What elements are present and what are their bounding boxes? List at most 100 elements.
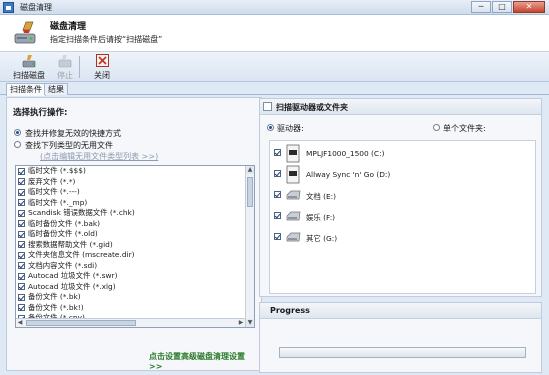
scan-target-panel: 扫描驱动器或文件夹 驱动器: 单个文件夹: MPLJF1000_1500 (C:…: [259, 98, 542, 297]
file-type-item[interactable]: 备份文件 (*.bk!): [16, 303, 254, 314]
drive-c-checkbox[interactable]: [274, 149, 281, 156]
file-type-checkbox[interactable]: [18, 188, 25, 196]
tab-results[interactable]: 结果: [44, 83, 68, 95]
close-button[interactable]: 关闭: [90, 54, 114, 81]
file-type-checkbox[interactable]: [18, 230, 25, 238]
tab-strip: 扫描条件 结果: [0, 82, 549, 96]
toolbar-separator: [79, 56, 80, 78]
close-window-button[interactable]: ✕: [513, 1, 545, 13]
file-type-item[interactable]: Autocad 垃圾文件 (*.swr): [16, 271, 254, 282]
folder-radio[interactable]: [433, 124, 440, 131]
file-type-label: 文档内容文件 (*.sdi): [28, 260, 98, 270]
file-type-item[interactable]: 废弃文件 (*.*): [16, 177, 254, 188]
edit-file-types-link[interactable]: (点击编辑无用文件类型列表 >>): [40, 151, 158, 162]
tab-scan-conditions[interactable]: 扫描条件: [6, 83, 46, 96]
file-type-list: 临时文件 (*.$$$) 废弃文件 (*.*) 临时文件 (*.---) 临时文件 (…: [15, 165, 255, 328]
file-type-label: 临时备份文件 (*.bak): [28, 218, 101, 228]
folder-radio-label: 单个文件夹:: [443, 124, 486, 133]
file-type-label: Autocad 垃圾文件 (*.swr): [28, 271, 118, 280]
drive-f-label: 娱乐 (F:): [306, 213, 336, 222]
scan-disk-icon: [22, 55, 35, 68]
drive-list: MPLJF1000_1500 (C:) Allway Sync 'n' Go (…: [269, 140, 536, 294]
file-type-item[interactable]: 文件夹信息文件 (mscreate.dir): [16, 250, 254, 261]
scan-target-heading: 扫描驱动器或文件夹: [276, 103, 348, 112]
fix-shortcuts-radio[interactable]: [14, 129, 21, 136]
horizontal-scrollbar[interactable]: ◀ ▶: [16, 318, 245, 327]
file-type-checkbox[interactable]: [18, 251, 25, 259]
file-type-label: 临时文件 (*._mp): [28, 197, 88, 207]
file-type-label: 废弃文件 (*.*): [28, 176, 76, 186]
removable-drive-icon: [286, 165, 300, 184]
file-type-checkbox[interactable]: [18, 262, 25, 269]
file-type-checkbox[interactable]: [18, 283, 25, 290]
minimize-button[interactable]: ─: [471, 1, 491, 13]
drive-radio-label: 驱动器:: [277, 124, 304, 133]
advanced-settings-link[interactable]: 点击设置高级磁盘清理设置 >>: [149, 351, 261, 371]
file-type-rows: 临时文件 (*.$$$) 废弃文件 (*.*) 临时文件 (*.---) 临时文件 (…: [16, 166, 254, 327]
file-type-label: 临时备份文件 (*.old): [28, 229, 98, 238]
file-type-item[interactable]: 临时文件 (*.---): [16, 187, 254, 198]
file-type-checkbox[interactable]: [18, 167, 25, 175]
file-type-checkbox[interactable]: [18, 304, 25, 311]
disk-cleanup-icon: [14, 21, 36, 44]
file-type-checkbox[interactable]: [18, 178, 25, 185]
file-type-checkbox[interactable]: [18, 199, 25, 206]
panel-icon: [263, 102, 272, 111]
scroll-down-icon[interactable]: ▼: [246, 319, 254, 327]
header-subtitle: 指定扫描条件后请按“扫描磁盘”: [50, 35, 163, 44]
find-junk-radio[interactable]: [14, 141, 21, 148]
scan-disk-label: 扫描磁盘: [13, 71, 45, 80]
hscroll-thumb[interactable]: [26, 320, 136, 326]
scroll-up-icon[interactable]: ▲: [246, 166, 254, 174]
file-type-item[interactable]: 搜索数据帮助文件 (*.gid): [16, 240, 254, 251]
stop-button[interactable]: 停止: [54, 54, 76, 81]
window-title: 磁盘清理: [20, 3, 52, 12]
file-type-checkbox[interactable]: [18, 220, 25, 227]
drive-e-checkbox[interactable]: [274, 191, 281, 198]
file-type-label: 临时文件 (*.---): [28, 187, 80, 196]
file-type-label: 备份文件 (*.bk!): [28, 302, 84, 312]
app-icon: [3, 2, 14, 13]
scroll-thumb[interactable]: [247, 177, 253, 207]
stop-label: 停止: [57, 71, 73, 80]
vertical-scrollbar[interactable]: ▲ ▼: [245, 166, 254, 327]
close-icon: [95, 54, 109, 67]
header-title: 磁盘清理: [50, 22, 87, 32]
scan-options-panel: 选择执行操作: 查找并修复无效的快捷方式 查找下列类型的无用文件 (点击编辑无用…: [6, 97, 262, 371]
title-bar: 磁盘清理 ─ □ ✕: [0, 0, 549, 15]
hard-drive-icon: [286, 211, 301, 221]
drive-radio[interactable]: [267, 124, 274, 131]
file-type-item[interactable]: 临时文件 (*.$$$): [16, 166, 254, 177]
drive-e-label: 文档 (E:): [306, 192, 337, 201]
file-type-label: 临时文件 (*.$$$): [28, 166, 86, 175]
action-heading: 选择执行操作:: [13, 108, 68, 118]
file-type-item[interactable]: 临时文件 (*._mp): [16, 198, 254, 209]
header-banner: 磁盘清理 指定扫描条件后请按“扫描磁盘”: [0, 15, 549, 52]
progress-header: Progress: [260, 303, 541, 319]
file-type-label: 搜索数据帮助文件 (*.gid): [28, 239, 113, 249]
progress-bar: [279, 347, 526, 358]
scan-disk-button[interactable]: 扫描磁盘: [10, 54, 48, 81]
file-type-item[interactable]: 临时备份文件 (*.bak): [16, 219, 254, 230]
toolbar: 扫描磁盘 停止 关闭: [0, 52, 549, 82]
file-type-item[interactable]: 文档内容文件 (*.sdi): [16, 261, 254, 272]
progress-heading: Progress: [270, 306, 310, 315]
file-type-label: Scandisk 错误数据文件 (*.chk): [28, 208, 135, 217]
scroll-right-icon[interactable]: ▶: [237, 319, 245, 327]
drive-g-checkbox[interactable]: [274, 233, 281, 240]
file-type-label: 备份文件 (*.bk): [28, 292, 81, 301]
file-type-item[interactable]: Scandisk 错误数据文件 (*.chk): [16, 208, 254, 219]
drive-d-label: Allway Sync 'n' Go (D:): [306, 170, 391, 179]
file-type-checkbox[interactable]: [18, 241, 25, 248]
file-type-checkbox[interactable]: [18, 293, 25, 301]
maximize-button[interactable]: □: [492, 1, 512, 13]
drive-d-checkbox[interactable]: [274, 170, 281, 177]
file-type-item[interactable]: 备份文件 (*.bk): [16, 292, 254, 303]
drive-f-checkbox[interactable]: [274, 212, 281, 219]
file-type-checkbox[interactable]: [18, 209, 25, 217]
file-type-item[interactable]: Autocad 垃圾文件 (*.xlg): [16, 282, 254, 293]
scroll-left-icon[interactable]: ◀: [16, 319, 24, 327]
hard-drive-icon: [286, 190, 301, 200]
file-type-checkbox[interactable]: [18, 272, 25, 280]
file-type-item[interactable]: 临时备份文件 (*.old): [16, 229, 254, 240]
